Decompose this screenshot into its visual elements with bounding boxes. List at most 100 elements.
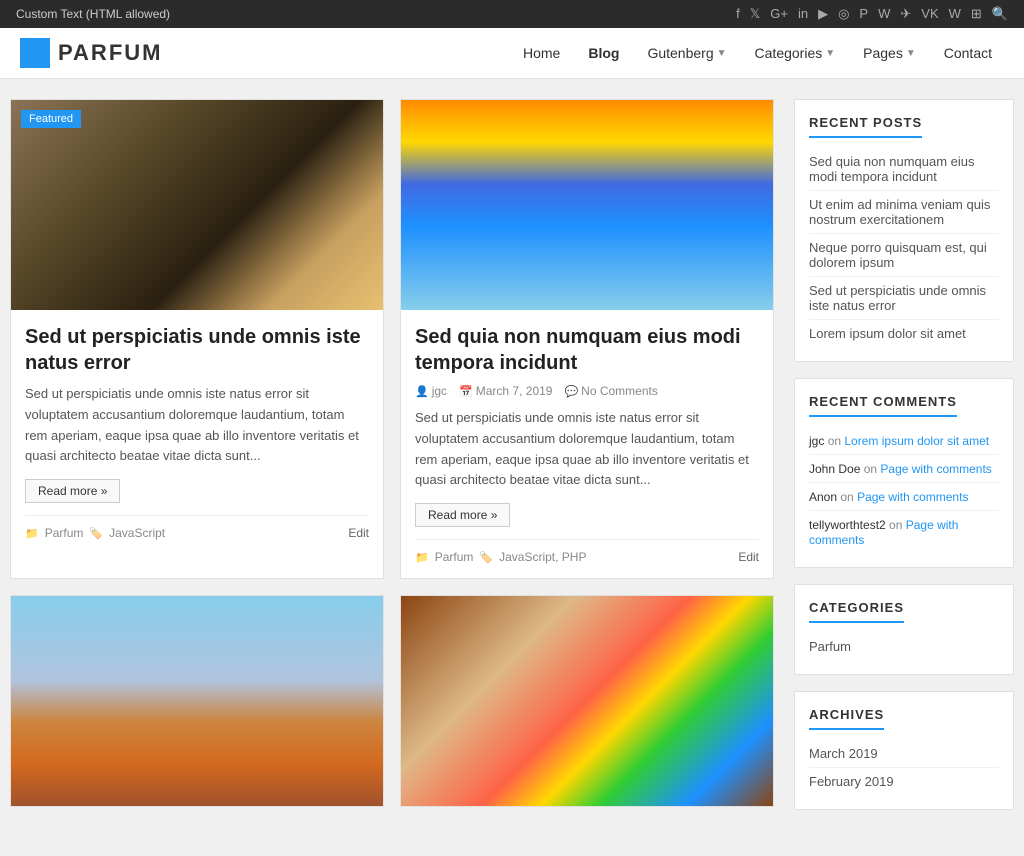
post-excerpt: Sed ut perspiciatis unde omnis iste natu…	[25, 384, 369, 467]
post-tags: Parfum JavaScript, PHP	[415, 550, 586, 564]
rss-icon[interactable]: ⊞	[971, 6, 982, 22]
categories-title: CATEGORIES	[809, 600, 904, 623]
recent-posts-list: Sed quia non numquam eius modi tempora i…	[809, 148, 999, 347]
abacus-image	[401, 596, 773, 806]
post-date: March 7, 2019	[476, 384, 553, 398]
recent-comments-widget: RECENT COMMENTS jgc on Lorem ipsum dolor…	[794, 378, 1014, 568]
post-image	[401, 596, 773, 806]
post-category[interactable]: Parfum	[45, 526, 84, 540]
post-tag-list[interactable]: JavaScript	[109, 526, 165, 540]
post-card	[10, 595, 384, 807]
social-icons-bar: f 𝕏 G+ in ▶ ◎ P W ✈ VK W ⊞ 🔍	[736, 6, 1008, 22]
pinterest-icon[interactable]: P	[859, 6, 868, 22]
categories-list: Parfum	[809, 633, 999, 660]
nav-gutenberg[interactable]: Gutenberg ▼	[635, 39, 738, 67]
tunnel-image	[11, 100, 383, 310]
tag-icon	[89, 526, 103, 540]
list-item[interactable]: Sed quia non numquam eius modi tempora i…	[809, 148, 999, 191]
post-featured-image: Featured	[11, 100, 383, 310]
comment-on: on	[864, 462, 881, 476]
whatsapp-icon[interactable]: W	[949, 6, 961, 22]
blog-content: Featured Sed ut perspiciatis unde omnis …	[10, 99, 774, 826]
post-category[interactable]: Parfum	[435, 550, 474, 564]
post-card: Sed quia non numquam eius modi tempora i…	[400, 99, 774, 579]
archives-title: ARCHIVES	[809, 707, 884, 730]
comment-author[interactable]: jgc	[809, 434, 824, 448]
comment-post-link[interactable]: Page with comments	[857, 490, 968, 504]
gutenberg-dropdown-icon: ▼	[717, 48, 727, 59]
list-item: tellyworthtest2 on Page with comments	[809, 511, 999, 553]
pages-dropdown-icon: ▼	[906, 48, 916, 59]
list-item[interactable]: Sed ut perspiciatis unde omnis iste natu…	[809, 277, 999, 320]
comment-author[interactable]: John Doe	[809, 462, 860, 476]
post-footer: Parfum JavaScript Edit	[25, 515, 369, 540]
search-icon[interactable]: 🔍	[992, 6, 1008, 22]
edit-link[interactable]: Edit	[738, 550, 759, 564]
topbar-custom-text: Custom Text (HTML allowed)	[16, 7, 170, 21]
comment-meta: Anon on Page with comments	[809, 490, 968, 504]
comment-author[interactable]: Anon	[809, 490, 837, 504]
site-header: PARFUM Home Blog Gutenberg ▼ Categories …	[0, 28, 1024, 79]
post-tag-list[interactable]: JavaScript, PHP	[499, 550, 586, 564]
telegram-icon[interactable]: ✈	[900, 6, 911, 22]
nav-categories[interactable]: Categories ▼	[743, 39, 848, 67]
nav-contact[interactable]: Contact	[932, 39, 1004, 67]
post-comments: No Comments	[581, 384, 658, 398]
read-more-button[interactable]: Read more »	[25, 479, 120, 503]
site-logo[interactable]: PARFUM	[20, 38, 162, 68]
list-item[interactable]: Parfum	[809, 633, 999, 660]
post-author-meta: jgc	[415, 384, 447, 398]
logo-box	[20, 38, 50, 68]
facebook-icon[interactable]: f	[736, 6, 740, 22]
city-image	[401, 100, 773, 310]
comment-meta: John Doe on Page with comments	[809, 462, 992, 476]
post-meta: jgc March 7, 2019 No Comments	[415, 384, 759, 398]
nav-blog[interactable]: Blog	[576, 39, 631, 67]
recent-comments-list: jgc on Lorem ipsum dolor sit amet John D…	[809, 427, 999, 553]
main-layout: Featured Sed ut perspiciatis unde omnis …	[0, 79, 1024, 846]
post-image	[401, 100, 773, 310]
list-item[interactable]: Ut enim ad minima veniam quis nostrum ex…	[809, 191, 999, 234]
edit-link[interactable]: Edit	[348, 526, 369, 540]
list-item[interactable]: February 2019	[809, 768, 999, 795]
archives-widget: ARCHIVES March 2019 February 2019	[794, 691, 1014, 810]
comment-on: on	[828, 434, 845, 448]
post-title[interactable]: Sed quia non numquam eius modi tempora i…	[415, 324, 759, 376]
comment-author[interactable]: tellyworthtest2	[809, 518, 886, 532]
nav-home[interactable]: Home	[511, 39, 572, 67]
post-excerpt: Sed ut perspiciatis unde omnis iste natu…	[415, 408, 759, 491]
post-author: jgc	[432, 384, 447, 398]
comment-post-link[interactable]: Page with comments	[880, 462, 991, 476]
comment-on: on	[840, 490, 857, 504]
comment-icon	[564, 385, 578, 398]
twitter-icon[interactable]: 𝕏	[750, 6, 760, 22]
post-body: Sed quia non numquam eius modi tempora i…	[401, 310, 773, 578]
vk-icon[interactable]: VK	[921, 6, 938, 22]
comment-meta: tellyworthtest2 on Page with comments	[809, 518, 958, 547]
linkedin-icon[interactable]: in	[798, 6, 808, 22]
wordpress-icon[interactable]: W	[878, 6, 890, 22]
archives-list: March 2019 February 2019	[809, 740, 999, 795]
comment-meta: jgc on Lorem ipsum dolor sit amet	[809, 434, 989, 448]
recent-posts-widget: RECENT POSTS Sed quia non numquam eius m…	[794, 99, 1014, 362]
tag-icon	[479, 550, 493, 564]
topbar: Custom Text (HTML allowed) f 𝕏 G+ in ▶ ◎…	[0, 0, 1024, 28]
sidebar: RECENT POSTS Sed quia non numquam eius m…	[794, 99, 1014, 826]
folder-icon	[415, 550, 429, 564]
instagram-icon[interactable]: ◎	[838, 6, 849, 22]
comment-post-link[interactable]: Lorem ipsum dolor sit amet	[844, 434, 989, 448]
buildings-image	[11, 596, 383, 806]
categories-dropdown-icon: ▼	[825, 48, 835, 59]
youtube-icon[interactable]: ▶	[818, 6, 828, 22]
post-card	[400, 595, 774, 807]
nav-pages[interactable]: Pages ▼	[851, 39, 928, 67]
googleplus-icon[interactable]: G+	[770, 6, 788, 22]
read-more-button[interactable]: Read more »	[415, 503, 510, 527]
list-item[interactable]: Lorem ipsum dolor sit amet	[809, 320, 999, 347]
post-footer: Parfum JavaScript, PHP Edit	[415, 539, 759, 564]
comment-on: on	[889, 518, 906, 532]
post-card: Featured Sed ut perspiciatis unde omnis …	[10, 99, 384, 579]
post-title[interactable]: Sed ut perspiciatis unde omnis iste natu…	[25, 324, 369, 376]
list-item[interactable]: Neque porro quisquam est, qui dolorem ip…	[809, 234, 999, 277]
list-item[interactable]: March 2019	[809, 740, 999, 768]
